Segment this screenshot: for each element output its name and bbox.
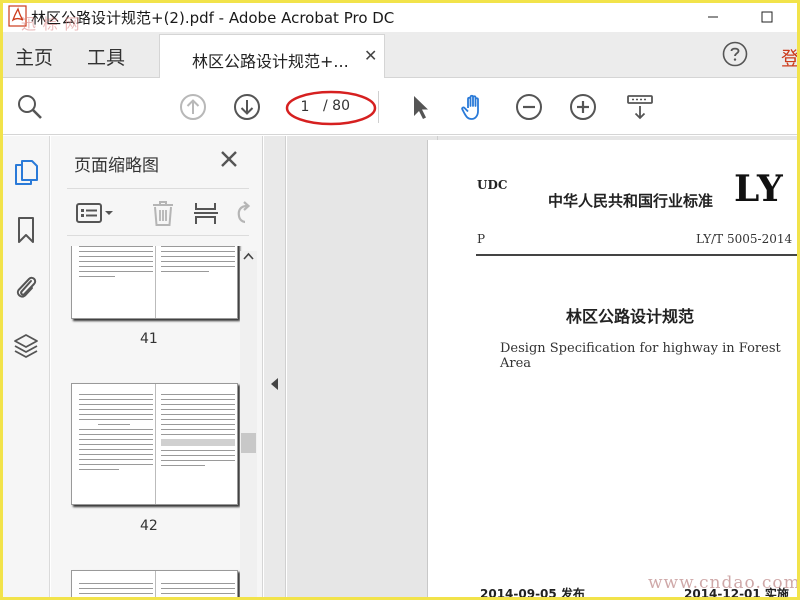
class-label: P (477, 232, 486, 246)
page-thumbnail[interactable] (71, 383, 238, 505)
page-thumbnail[interactable] (71, 570, 238, 597)
tools-tab[interactable]: 工具 (87, 43, 125, 70)
window-title: 林区公路设计规范+(2).pdf - Adobe Acrobat Pro DC (31, 9, 395, 27)
standard-code: LY/T 5005-2014 (696, 232, 793, 246)
header-rule (476, 254, 797, 256)
zoom-search-icon[interactable] (16, 93, 44, 121)
zoom-in-icon[interactable] (569, 93, 597, 121)
title-bar: 林区公路设计规范+(2).pdf - Adobe Acrobat Pro DC … (3, 3, 797, 33)
document-tab-label: 林区公路设计规范+... (192, 52, 349, 71)
bookmark-icon[interactable] (13, 216, 39, 244)
toolbar: / 80 (3, 79, 797, 135)
maximize-button[interactable] (745, 3, 789, 30)
help-icon[interactable] (722, 41, 748, 67)
collapse-left-icon (271, 378, 278, 390)
page-thumbnails-icon[interactable] (13, 158, 39, 186)
thumbnail-label: 41 (140, 331, 158, 347)
insert-page-icon[interactable] (193, 200, 219, 226)
watermark-logo: 迅 棕 网 (21, 15, 81, 33)
app-window: 林区公路设计规范+(2).pdf - Adobe Acrobat Pro DC … (3, 3, 797, 597)
page-down-icon[interactable] (233, 93, 261, 121)
rotate-page-icon[interactable] (235, 200, 251, 226)
document-title: 林区公路设计规范 (566, 307, 695, 326)
page-thumbnail[interactable] (71, 246, 238, 319)
document-tab[interactable]: 林区公路设计规范+... ✕ (159, 34, 385, 78)
scroll-up-icon[interactable] (243, 251, 254, 262)
toolbar-divider (378, 91, 379, 123)
site-watermark: www.cndao.com (648, 573, 797, 593)
panel-title: 页面缩略图 (74, 156, 159, 176)
home-tab[interactable]: 主页 (15, 43, 53, 70)
layers-icon[interactable] (13, 332, 39, 360)
zoom-out-icon[interactable] (515, 93, 543, 121)
publish-date: 2014-09-05 发布 (480, 587, 585, 597)
options-menu-icon[interactable] (75, 200, 113, 226)
sign-in-link[interactable]: 登 (781, 44, 797, 71)
red-annotation-ellipse (285, 90, 377, 126)
thumbnail-tools (67, 188, 251, 236)
marquee-zoom-icon[interactable] (626, 93, 654, 121)
attachment-icon[interactable] (13, 273, 39, 301)
standard-heading: 中华人民共和国行业标准 (548, 192, 714, 210)
maximize-icon (761, 11, 773, 22)
thumbnail-scrollbar[interactable] (240, 251, 257, 597)
close-tab-button[interactable]: ✕ (364, 46, 377, 65)
page-thumbnails-panel: 页面缩略图 41 42 (51, 136, 263, 597)
minimize-button[interactable] (691, 3, 735, 30)
minimize-icon (708, 16, 718, 17)
close-icon[interactable] (219, 149, 239, 169)
page-up-icon[interactable] (179, 93, 207, 121)
delete-page-icon[interactable] (150, 200, 176, 226)
thumbnail-label: 42 (140, 518, 158, 534)
select-arrow-icon[interactable] (406, 93, 434, 121)
document-page: UDC 中华人民共和国行业标准 LY P LY/T 5005-2014 林区公路… (427, 140, 797, 597)
panel-collapse-handle[interactable] (264, 136, 286, 597)
ly-mark: LY (734, 168, 783, 210)
document-subtitle: Design Specification for highway in Fore… (500, 341, 781, 371)
hand-icon[interactable] (459, 93, 487, 121)
thumbnail-list: 41 42 (68, 246, 244, 597)
scrollbar-thumb[interactable] (241, 433, 256, 453)
tab-bar: 主页 工具 林区公路设计规范+... ✕ 登 (3, 32, 797, 78)
udc-label: UDC (477, 178, 508, 192)
navigation-rail (3, 136, 50, 597)
document-view[interactable]: UDC 中华人民共和国行业标准 LY P LY/T 5005-2014 林区公路… (287, 136, 797, 597)
